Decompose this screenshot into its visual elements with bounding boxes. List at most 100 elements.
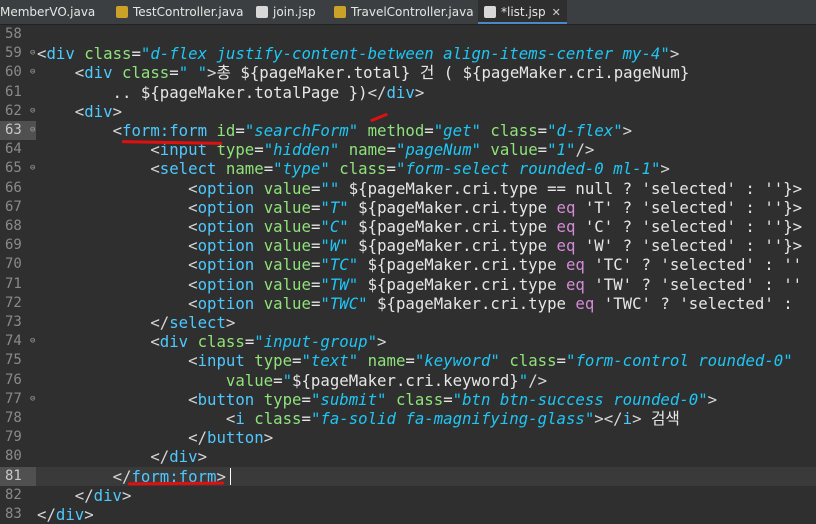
code-token: option xyxy=(197,178,264,198)
fold-toggle-icon[interactable]: ⊖ xyxy=(30,121,35,140)
code-line[interactable]: 83 </div> xyxy=(0,505,816,524)
code-line[interactable]: 70 <option value="TC" ${pageMaker.cri.ty… xyxy=(0,255,816,274)
code-token: = xyxy=(310,178,321,198)
code-token: option xyxy=(197,274,264,294)
code-line[interactable]: 77 ⊖ <button type="submit" class="btn btn… xyxy=(0,390,816,409)
code-token: < xyxy=(188,351,198,371)
code-text: .. ${pageMaker.totalPage })</div> xyxy=(37,82,425,102)
code-line[interactable]: 58 xyxy=(0,25,816,44)
code-line[interactable]: 60 ⊖ <div class=" ">총 ${pageMaker.total} … xyxy=(0,63,816,82)
code-token: /> xyxy=(575,140,595,160)
fold-toggle-icon[interactable]: ⊖ xyxy=(30,390,35,409)
code-token: option xyxy=(197,255,264,275)
jsp-file-icon xyxy=(256,6,268,18)
code-token: form:form xyxy=(122,121,217,140)
code-line[interactable]: 69 <option value="W" ${pageMaker.cri.typ… xyxy=(0,236,816,255)
code-token: div xyxy=(386,82,415,102)
code-token: .. ${pageMaker.totalPage }) xyxy=(37,82,368,102)
code-token: input xyxy=(197,351,255,371)
code-token: ${pageMaker.cri.type xyxy=(348,236,557,256)
code-token: ${pageMaker.cri.type xyxy=(348,197,557,217)
tab-travelcontroller-java[interactable]: TravelController.java xyxy=(334,0,474,24)
code-line[interactable]: 62 ⊖ <div> xyxy=(0,102,816,121)
fold-toggle-icon[interactable]: ⊖ xyxy=(30,63,35,82)
fold-toggle-icon[interactable]: ⊖ xyxy=(30,332,35,351)
code-line[interactable]: 78 <i class="fa-solid fa-magnifying-glas… xyxy=(0,409,816,428)
code-token: name xyxy=(225,159,264,179)
code-line[interactable]: 82 </div> xyxy=(0,486,816,505)
code-line[interactable]: 73 </select> xyxy=(0,313,816,332)
tab-list-jsp[interactable]: *list.jsp ✕ xyxy=(478,0,567,24)
code-text: </div> xyxy=(37,505,94,524)
editor-tab-bar: MemberVO.java TestController.java join.j… xyxy=(0,0,816,25)
code-line[interactable]: 67 <option value="T" ${pageMaker.cri.typ… xyxy=(0,198,816,217)
code-text: <option value="" ${pageMaker.cri.type ==… xyxy=(37,179,802,198)
code-line[interactable]: 68 <option value="C" ${pageMaker.cri.typ… xyxy=(0,217,816,236)
code-text: <form:form id="searchForm" method="get" … xyxy=(37,121,633,140)
line-number: 69 xyxy=(5,237,22,254)
code-line[interactable]: 61 .. ${pageMaker.totalPage })</div> xyxy=(0,83,816,102)
code-line[interactable]: 81 </form:form> xyxy=(0,466,816,486)
code-token: "d-flex justify-content-between align-it… xyxy=(140,44,670,64)
code-token: > xyxy=(84,505,94,524)
code-token: 'T' ? 'selected' : ''}> xyxy=(575,197,803,217)
code-token: > xyxy=(632,409,642,428)
line-number: 76 xyxy=(5,371,22,388)
code-text: <input type="text" name="keyword" class=… xyxy=(37,351,793,370)
code-token: class xyxy=(84,44,132,64)
code-token: div xyxy=(55,505,85,524)
close-icon[interactable]: ✕ xyxy=(552,6,561,19)
code-token: < xyxy=(188,236,198,256)
code-text: </button> xyxy=(37,428,273,447)
code-text: <option value="T" ${pageMaker.cri.type e… xyxy=(37,198,802,217)
code-text: <div class="input-group"> xyxy=(37,332,386,351)
code-line[interactable]: 66 <option value="" ${pageMaker.cri.type… xyxy=(0,179,816,198)
code-token: value xyxy=(225,370,274,390)
code-editor[interactable]: 58 59 ⊖ <div class="d-flex justify-content-… xyxy=(0,24,816,524)
code-line[interactable]: 63 ⊖ <form:form id="searchForm" method="g… xyxy=(0,121,816,140)
fold-toggle-icon[interactable]: ⊖ xyxy=(30,102,35,121)
code-token: = xyxy=(443,389,453,409)
code-token: option xyxy=(197,293,264,313)
tab-join-jsp[interactable]: join.jsp xyxy=(256,0,316,24)
line-number: 79 xyxy=(5,429,22,446)
code-token: = xyxy=(310,236,321,256)
java-file-icon xyxy=(334,6,346,18)
code-line[interactable]: 80 </div> xyxy=(0,447,816,466)
code-line[interactable]: 76 value="${pageMaker.cri.keyword}"/> xyxy=(0,371,816,390)
code-line[interactable]: 65 ⊖ <select name="type" class="form-sele… xyxy=(0,159,816,178)
code-token: eq xyxy=(556,217,576,236)
code-line[interactable]: 72 <option value="TWC" ${pageMaker.cri.t… xyxy=(0,294,816,313)
code-token: "TWC" xyxy=(320,293,368,313)
code-line[interactable]: 74 ⊖ <div class="input-group"> xyxy=(0,332,816,351)
code-text: <div> xyxy=(37,102,122,121)
code-token: ></ xyxy=(594,409,623,428)
java-file-icon xyxy=(116,6,128,18)
code-line[interactable]: 71 <option value="TW" ${pageMaker.cri.ty… xyxy=(0,275,816,294)
tab-membervo-java[interactable]: MemberVO.java xyxy=(0,0,95,24)
code-line[interactable]: 75 <input type="text" name="keyword" cla… xyxy=(0,351,816,370)
tab-testcontroller-java[interactable]: TestController.java xyxy=(116,0,244,24)
code-line[interactable]: 79 </button> xyxy=(0,428,816,447)
fold-toggle-icon[interactable]: ⊖ xyxy=(30,159,35,178)
code-token: button xyxy=(207,428,264,448)
fold-toggle-icon[interactable]: ⊖ xyxy=(30,44,35,63)
line-number: 66 xyxy=(5,179,22,196)
code-line[interactable]: 59 ⊖ <div class="d-flex justify-content-be… xyxy=(0,44,816,63)
code-text: <select name="type" class="form-select r… xyxy=(37,159,670,178)
code-token: div xyxy=(169,447,198,467)
code-text: </div> xyxy=(37,486,132,505)
code-token: = xyxy=(310,293,321,313)
code-token: class xyxy=(490,121,538,140)
code-token: "C" xyxy=(320,217,349,236)
code-token: 'TWC' ? 'selected' : xyxy=(594,293,803,313)
code-token: ${pageMaker.cri.type xyxy=(358,274,566,294)
